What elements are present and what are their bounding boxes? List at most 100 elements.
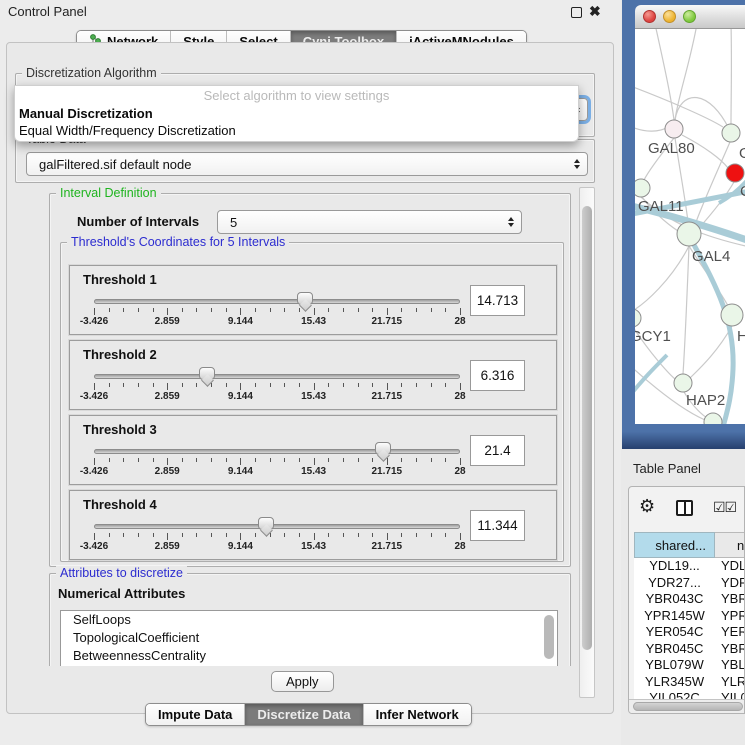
network-node[interactable] [665,120,683,138]
slider-tick [123,458,124,462]
network-window-titlebar[interactable] [635,5,745,29]
threshold-value-field[interactable]: 6.316 [470,360,525,391]
table-row[interactable]: YDR27...YDR2 [634,575,745,592]
zoom-window-icon[interactable] [683,10,696,23]
slider-track[interactable] [94,524,460,529]
network-edge[interactable] [699,182,734,228]
network-canvas[interactable]: GAL80GACGAL11GAL4GCY1HHAP2 [635,29,745,424]
column-header-shared[interactable]: shared... [634,532,715,558]
slider-track[interactable] [94,374,460,379]
horizontal-scrollbar-thumb[interactable] [633,702,743,711]
close-window-icon[interactable] [643,10,656,23]
network-edge[interactable] [683,246,689,374]
slider-thumb[interactable] [258,517,274,530]
table-row[interactable]: YIL052CYIL0 [634,690,745,699]
threshold-label: Threshold 3 [83,422,157,437]
checkbox-icons[interactable]: ☑☑ [713,499,736,516]
threshold-value-field[interactable]: 21.4 [470,435,525,466]
table-cell[interactable]: YLR345W [634,674,715,691]
gear-icon[interactable]: ⚙ [639,496,655,517]
network-edge[interactable] [635,361,705,420]
threshold-value-field[interactable]: 11.344 [470,510,525,541]
slider-track[interactable] [94,299,460,304]
slider-track[interactable] [94,449,460,454]
network-edge[interactable] [635,246,689,310]
table-row[interactable]: YER054CYER0 [634,624,745,641]
network-node[interactable] [635,179,650,197]
table-row[interactable]: YPR145WYPR1 [634,608,745,625]
slider-tick [328,308,329,312]
apply-button[interactable]: Apply [271,671,334,692]
table-row[interactable]: YBR045CYBR0 [634,641,745,658]
table-cell[interactable]: YDR2 [715,575,745,592]
table-cell[interactable]: YBL0 [715,657,745,674]
slider-thumb[interactable] [199,367,215,380]
number-of-intervals-combobox[interactable]: 5 [217,210,522,234]
slider-tick [167,458,168,465]
numerical-attributes-list[interactable]: SelfLoopsTopologicalCoefficientBetweenne… [60,610,558,666]
table-row[interactable]: YDL19...YDL1 [634,558,745,575]
slider-tick [109,383,110,387]
network-node[interactable] [674,374,692,392]
network-edge[interactable] [635,84,723,127]
table-row[interactable]: YBR043CYBR0 [634,591,745,608]
network-node-label: C [740,183,745,200]
tab-impute-data[interactable]: Impute Data [146,704,244,725]
table-row[interactable]: YBL079WYBL0 [634,657,745,674]
tab-discretize-data[interactable]: Discretize Data [244,704,362,725]
network-node[interactable] [726,164,744,182]
slider-tick [167,308,168,315]
float-window-icon[interactable] [571,7,582,18]
network-node-label: GCY1 [635,328,671,345]
table-cell[interactable]: YIL0 [715,690,745,699]
table-cell[interactable]: YBR0 [715,591,745,608]
slider-tick [94,458,95,465]
settings-scrollbar[interactable] [579,187,595,698]
slider-tick [284,533,285,537]
column-header-name[interactable]: na [715,532,745,558]
network-edge[interactable] [675,29,697,120]
table-cell[interactable]: YBR0 [715,641,745,658]
table-row[interactable]: YLR345WYLR3 [634,674,745,691]
table-cell[interactable]: YDR27... [634,575,715,592]
network-node[interactable] [677,222,701,246]
attribute-list-item[interactable]: BetweennessCentrality [61,647,557,665]
table-cell[interactable]: YPR1 [715,608,745,625]
network-node[interactable] [722,124,740,142]
minimize-window-icon[interactable] [663,10,676,23]
table-cell[interactable]: YBR045C [634,641,715,658]
network-node[interactable] [721,304,743,326]
attribute-list-item[interactable]: TopologicalCoefficient [61,629,557,647]
network-edge[interactable] [635,124,668,131]
close-panel-icon[interactable]: ✖ [589,3,601,20]
slider-thumb[interactable] [375,442,391,455]
table-cell[interactable]: YDL19... [634,558,715,575]
table-cell[interactable]: YBL079W [634,657,715,674]
slider-tick [109,533,110,537]
table-cell[interactable]: YER054C [634,624,715,641]
network-edge[interactable] [655,29,674,120]
horizontal-scrollbar[interactable] [629,699,745,713]
slider-thumb[interactable] [297,292,313,305]
split-columns-icon[interactable] [676,500,693,516]
tab-infer-network[interactable]: Infer Network [363,704,471,725]
network-edge[interactable] [690,326,732,378]
slider-tick [314,383,315,390]
table-data-combobox[interactable]: galFiltered.sif default node [26,152,588,176]
network-node[interactable] [704,413,722,424]
network-node[interactable] [635,309,641,327]
table-cell[interactable]: YER0 [715,624,745,641]
attribute-list-item[interactable]: SelfLoops [61,611,557,629]
table-cell[interactable]: YPR145W [634,608,715,625]
algorithm-option-manual[interactable]: Manual Discretization [18,106,575,123]
table-cell[interactable]: YIL052C [634,690,715,699]
settings-scrollbar-thumb[interactable] [582,206,592,650]
threshold-value-field[interactable]: 14.713 [470,285,525,316]
slider-tick-label: 15.43 [301,541,326,552]
table-cell[interactable]: YDL1 [715,558,745,575]
table-cell[interactable]: YLR3 [715,674,745,691]
list-scrollbar-thumb[interactable] [544,615,554,659]
table-cell[interactable]: YBR043C [634,591,715,608]
algorithm-option-equal-width[interactable]: Equal Width/Frequency Discretization [18,123,575,140]
slider-tick [328,533,329,537]
